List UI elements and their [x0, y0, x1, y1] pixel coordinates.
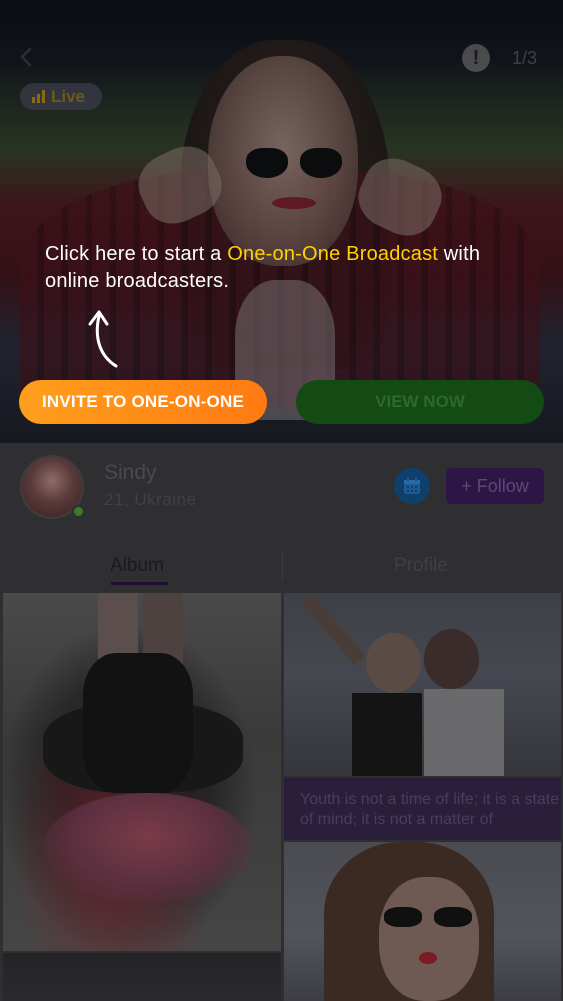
live-label: Live: [51, 86, 86, 106]
profile-age-location: 21, Ukraine: [104, 490, 197, 509]
tab-album-underline: [111, 582, 168, 585]
profile-name: Sindy: [104, 461, 157, 484]
curved-arrow-icon: [88, 310, 118, 368]
album-photo-3[interactable]: [3, 953, 281, 1001]
calendar-button[interactable]: [394, 468, 430, 504]
album-quote-card[interactable]: Youth is not a time of life; it is a sta…: [284, 778, 561, 840]
album-photo-4[interactable]: [284, 842, 561, 1001]
exclamation-icon: !: [472, 47, 480, 69]
report-button[interactable]: !: [462, 44, 490, 72]
view-now-button[interactable]: VIEW NOW: [296, 380, 544, 424]
signal-bars-icon: [32, 90, 45, 103]
tab-profile[interactable]: Profile: [394, 555, 448, 577]
tooltip-text-before: Click here to start a: [45, 243, 228, 265]
calendar-icon: [404, 478, 420, 494]
album-photo-1[interactable]: [3, 593, 281, 951]
tooltip-highlight: One-on-One Broadcast: [227, 243, 439, 265]
chevron-left-icon: [20, 47, 32, 67]
live-badge: Live: [20, 83, 102, 110]
photo-counter: 1/3: [512, 48, 538, 68]
album-photo-2[interactable]: [284, 593, 561, 776]
follow-button[interactable]: + Follow: [446, 468, 544, 504]
invite-one-on-one-button[interactable]: INVITE TO ONE-ON-ONE: [19, 380, 267, 424]
online-indicator: [72, 505, 85, 518]
onboarding-tooltip: Click here to start a One-on-One Broadca…: [45, 241, 525, 295]
tab-album[interactable]: Album: [110, 555, 164, 577]
back-button[interactable]: [16, 46, 38, 68]
tab-divider: [282, 552, 283, 580]
